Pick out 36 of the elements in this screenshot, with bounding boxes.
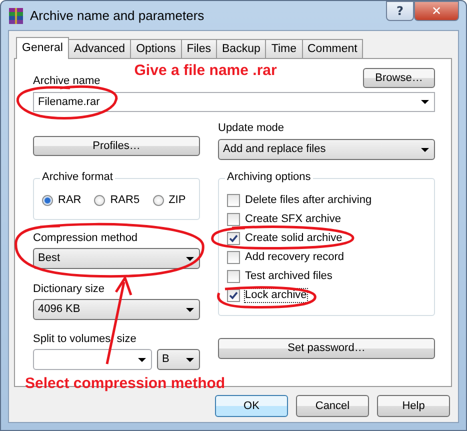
browse-button[interactable]: Browse… xyxy=(363,68,435,88)
update-mode-dropdown[interactable]: Add and replace files xyxy=(218,139,435,160)
window-title: Archive name and parameters xyxy=(30,9,206,22)
tab[interactable]: General xyxy=(16,37,69,59)
compression-dropdown[interactable]: Best xyxy=(33,248,200,269)
field-label: Dictionary size xyxy=(33,283,106,296)
unit-dropdown[interactable]: B xyxy=(157,349,200,370)
group-label: Archiving options xyxy=(225,171,313,184)
option-label: RAR xyxy=(57,193,82,208)
field-label: Compression method xyxy=(33,232,139,245)
option-label: ZIP xyxy=(168,193,187,208)
set-password-button[interactable]: Set password… xyxy=(218,338,435,359)
archive-name-field[interactable]: Filename.rar xyxy=(33,92,435,112)
help-button[interactable]: ? xyxy=(386,1,414,21)
tab[interactable]: Files xyxy=(180,39,217,58)
dialog-button[interactable]: OK xyxy=(215,395,288,417)
option-label: RAR5 xyxy=(109,193,141,208)
option-label: Create solid archive xyxy=(244,231,344,246)
option-label: Add recovery record xyxy=(244,250,346,265)
tab[interactable]: Backup xyxy=(216,39,266,58)
annotation-text: Select compression method xyxy=(25,375,226,392)
field-label: Update mode xyxy=(218,122,286,135)
field-label: Archive name xyxy=(33,75,100,88)
option-label: Test archived files xyxy=(244,269,334,284)
dialog-button[interactable]: Cancel xyxy=(296,395,369,417)
option-label: Create SFX archive xyxy=(244,212,342,227)
tab[interactable]: Advanced xyxy=(68,39,132,58)
option-label: Lock archive xyxy=(244,288,308,303)
tab[interactable]: Comment xyxy=(302,39,364,58)
tab[interactable]: Time xyxy=(265,39,302,58)
dialog-button[interactable]: Help xyxy=(377,395,450,417)
dictionary-dropdown[interactable]: 4096 KB xyxy=(33,299,200,320)
annotation-text: Give a file name .rar xyxy=(134,64,277,77)
option-label: Delete files after archiving xyxy=(244,193,373,208)
profiles-button[interactable]: Profiles… xyxy=(33,136,200,156)
tab[interactable]: Options xyxy=(130,39,182,58)
